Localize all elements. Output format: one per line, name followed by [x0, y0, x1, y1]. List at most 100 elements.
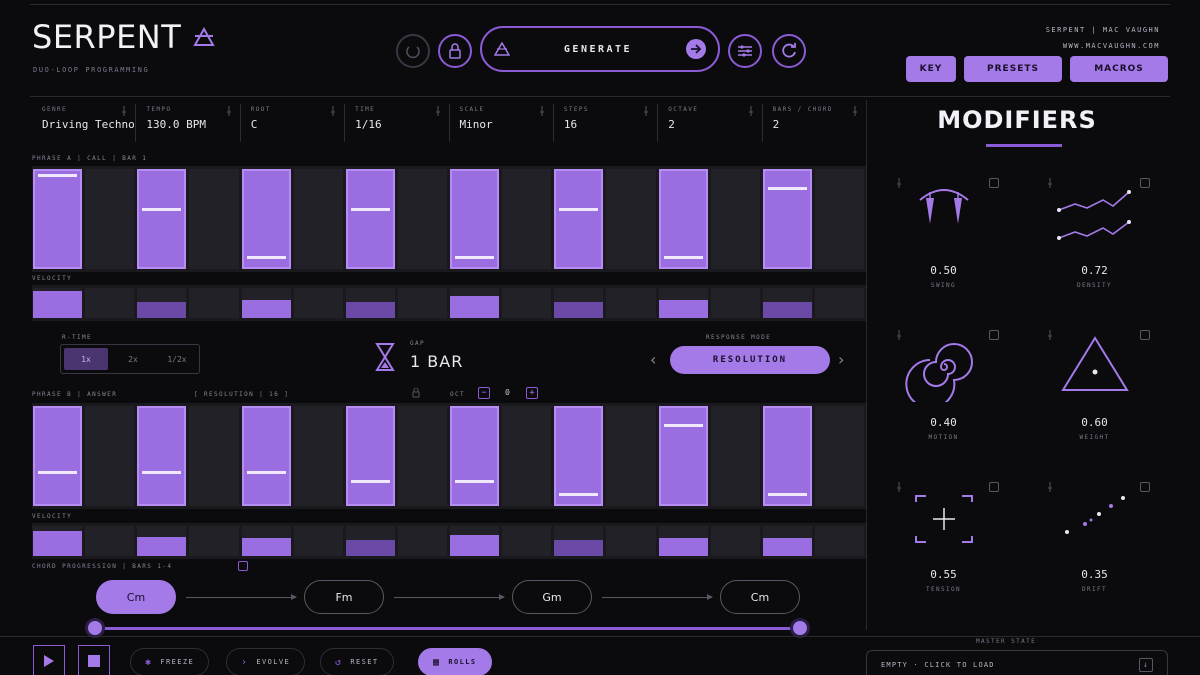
- modifier-tension[interactable]: 0.55 TENSION: [868, 482, 1019, 632]
- pin-icon[interactable]: [1047, 482, 1053, 492]
- modifier-expand-icon[interactable]: [1140, 330, 1150, 340]
- modifier-drift[interactable]: 0.35 DRIFT: [1019, 482, 1170, 632]
- phrase-a-velocity-cell[interactable]: [502, 288, 552, 318]
- phrase-b-step-note[interactable]: [345, 406, 395, 506]
- phrase-a-step-note[interactable]: [241, 169, 291, 269]
- pin-icon[interactable]: [1047, 330, 1053, 340]
- phrase-a-step-note[interactable]: [554, 169, 604, 269]
- phrase-b-step-pitch-marker[interactable]: [767, 492, 807, 496]
- phrase-b-velocity-bar[interactable]: [241, 538, 291, 556]
- evolve-button[interactable]: › EVOLVE: [226, 648, 306, 675]
- preset-slot[interactable]: EMPTY · CLICK TO LOAD ↓: [866, 650, 1168, 675]
- phrase-b-step-note[interactable]: [554, 406, 604, 506]
- phrase-b-velocity-bar[interactable]: [658, 538, 708, 556]
- key-button[interactable]: KEY: [906, 56, 956, 82]
- phrase-a-step-pitch-marker[interactable]: [246, 255, 286, 259]
- gap-value[interactable]: 1 BAR: [410, 352, 463, 371]
- pin-icon[interactable]: [896, 482, 902, 492]
- phrase-b-step-cell[interactable]: [85, 406, 135, 506]
- modifier-expand-icon[interactable]: [1140, 178, 1150, 188]
- phrase-a-velocity-cell[interactable]: [189, 288, 239, 318]
- chord-button[interactable]: Gm: [512, 580, 592, 614]
- phrase-b-step-pitch-marker[interactable]: [142, 471, 182, 475]
- pin-icon[interactable]: [226, 106, 232, 116]
- phrase-b-step-note[interactable]: [241, 406, 291, 506]
- play-button[interactable]: [33, 645, 65, 675]
- phrase-a-step-pitch-marker[interactable]: [767, 186, 807, 190]
- octave-up-icon[interactable]: +: [526, 387, 538, 399]
- phrase-a-velocity-bar[interactable]: [450, 295, 500, 318]
- timeline-end-handle[interactable]: [790, 618, 810, 638]
- phrase-b-step-pitch-marker[interactable]: [246, 471, 286, 475]
- phrase-a-step-note[interactable]: [450, 169, 500, 269]
- phrase-b-step-cell[interactable]: [814, 406, 864, 506]
- phrase-a-velocity-cell[interactable]: [397, 288, 447, 318]
- phrase-b-step-note[interactable]: [33, 406, 83, 506]
- macros-button[interactable]: MACROS: [1070, 56, 1168, 82]
- param-root[interactable]: ROOT C: [239, 104, 344, 142]
- phrase-a-step-cell[interactable]: [710, 169, 760, 269]
- phrase-a-step-cell[interactable]: [606, 169, 656, 269]
- stop-button[interactable]: [78, 645, 110, 675]
- param-steps[interactable]: STEPS 16: [552, 104, 657, 142]
- rate-option-1x[interactable]: 1x: [64, 348, 108, 370]
- modifier-expand-icon[interactable]: [989, 330, 999, 340]
- modifier-density[interactable]: 0.72 DENSITY: [1019, 178, 1170, 328]
- phrase-a-velocity-bar[interactable]: [33, 291, 83, 318]
- phrase-a-step-note[interactable]: [762, 169, 812, 269]
- phrase-b-step-cell[interactable]: [606, 406, 656, 506]
- phrase-a-step-pitch-marker[interactable]: [663, 255, 703, 259]
- phrase-b-velocity-bar[interactable]: [450, 535, 500, 556]
- phrase-b-velocity-cell[interactable]: [85, 526, 135, 556]
- phrase-a-step-note[interactable]: [345, 169, 395, 269]
- sliders-button[interactable]: [728, 34, 762, 68]
- phrase-b-velocity-bar[interactable]: [137, 536, 187, 556]
- phrase-b-step-pitch-marker[interactable]: [663, 423, 703, 427]
- phrase-a-step-note[interactable]: [33, 169, 83, 269]
- param-bars-per-chord[interactable]: BARS / CHORD 2: [761, 104, 866, 142]
- lock-small-icon[interactable]: [412, 388, 420, 398]
- phrase-a-velocity-cell[interactable]: [606, 288, 656, 318]
- modifier-weight[interactable]: 0.60 WEIGHT: [1019, 330, 1170, 480]
- phrase-b-velocity-bar[interactable]: [554, 539, 604, 556]
- phrase-b-velocity-bar[interactable]: [33, 530, 83, 556]
- timeline-start-handle[interactable]: [85, 618, 105, 638]
- modifier-expand-icon[interactable]: [989, 178, 999, 188]
- power-button[interactable]: [396, 34, 430, 68]
- phrase-b-step-cell[interactable]: [710, 406, 760, 506]
- phrase-a-step-pitch-marker[interactable]: [455, 255, 495, 259]
- phrase-a-step-cell[interactable]: [814, 169, 864, 269]
- phrase-b-velocity-cell[interactable]: [293, 526, 343, 556]
- modifier-swing[interactable]: 0.50 SWING: [868, 178, 1019, 328]
- phrase-a-velocity-bar[interactable]: [137, 301, 187, 318]
- freeze-button[interactable]: ✱ FREEZE: [130, 648, 210, 675]
- phrase-b-velocity-cell[interactable]: [397, 526, 447, 556]
- refresh-button[interactable]: [772, 34, 806, 68]
- phrase-a-step-cell[interactable]: [189, 169, 239, 269]
- phrase-a-step-cell[interactable]: [85, 169, 135, 269]
- modifier-motion[interactable]: 0.40 MOTION: [868, 330, 1019, 480]
- chord-settings-icon[interactable]: [238, 561, 248, 571]
- response-mode-button[interactable]: RESOLUTION: [670, 346, 830, 374]
- phrase-b-step-cell[interactable]: [293, 406, 343, 506]
- phrase-b-step-cell[interactable]: [502, 406, 552, 506]
- phrase-b-velocity-cell[interactable]: [502, 526, 552, 556]
- phrase-a-step-cell[interactable]: [397, 169, 447, 269]
- phrase-b-step-pitch-marker[interactable]: [38, 471, 78, 475]
- chevron-right-icon[interactable]: ›: [838, 350, 844, 369]
- phrase-b-velocity-cell[interactable]: [710, 526, 760, 556]
- phrase-b-step-note[interactable]: [137, 406, 187, 506]
- modifier-expand-icon[interactable]: [1140, 482, 1150, 492]
- phrase-b-step-pitch-marker[interactable]: [559, 492, 599, 496]
- phrase-b-step-pitch-marker[interactable]: [455, 479, 495, 483]
- phrase-b-step-cell[interactable]: [397, 406, 447, 506]
- rate-option-half[interactable]: 1/2x: [155, 345, 199, 373]
- reset-button[interactable]: ↺ RESET: [320, 648, 394, 675]
- phrase-a-velocity-bar[interactable]: [658, 300, 708, 318]
- pin-icon[interactable]: [896, 330, 902, 340]
- presets-button[interactable]: PRESETS: [964, 56, 1062, 82]
- phrase-a-velocity-bar[interactable]: [345, 301, 395, 318]
- rate-selector[interactable]: 1x 2x 1/2x: [60, 344, 200, 374]
- param-octave[interactable]: OCTAVE 2: [657, 104, 761, 142]
- pin-icon[interactable]: [896, 178, 902, 188]
